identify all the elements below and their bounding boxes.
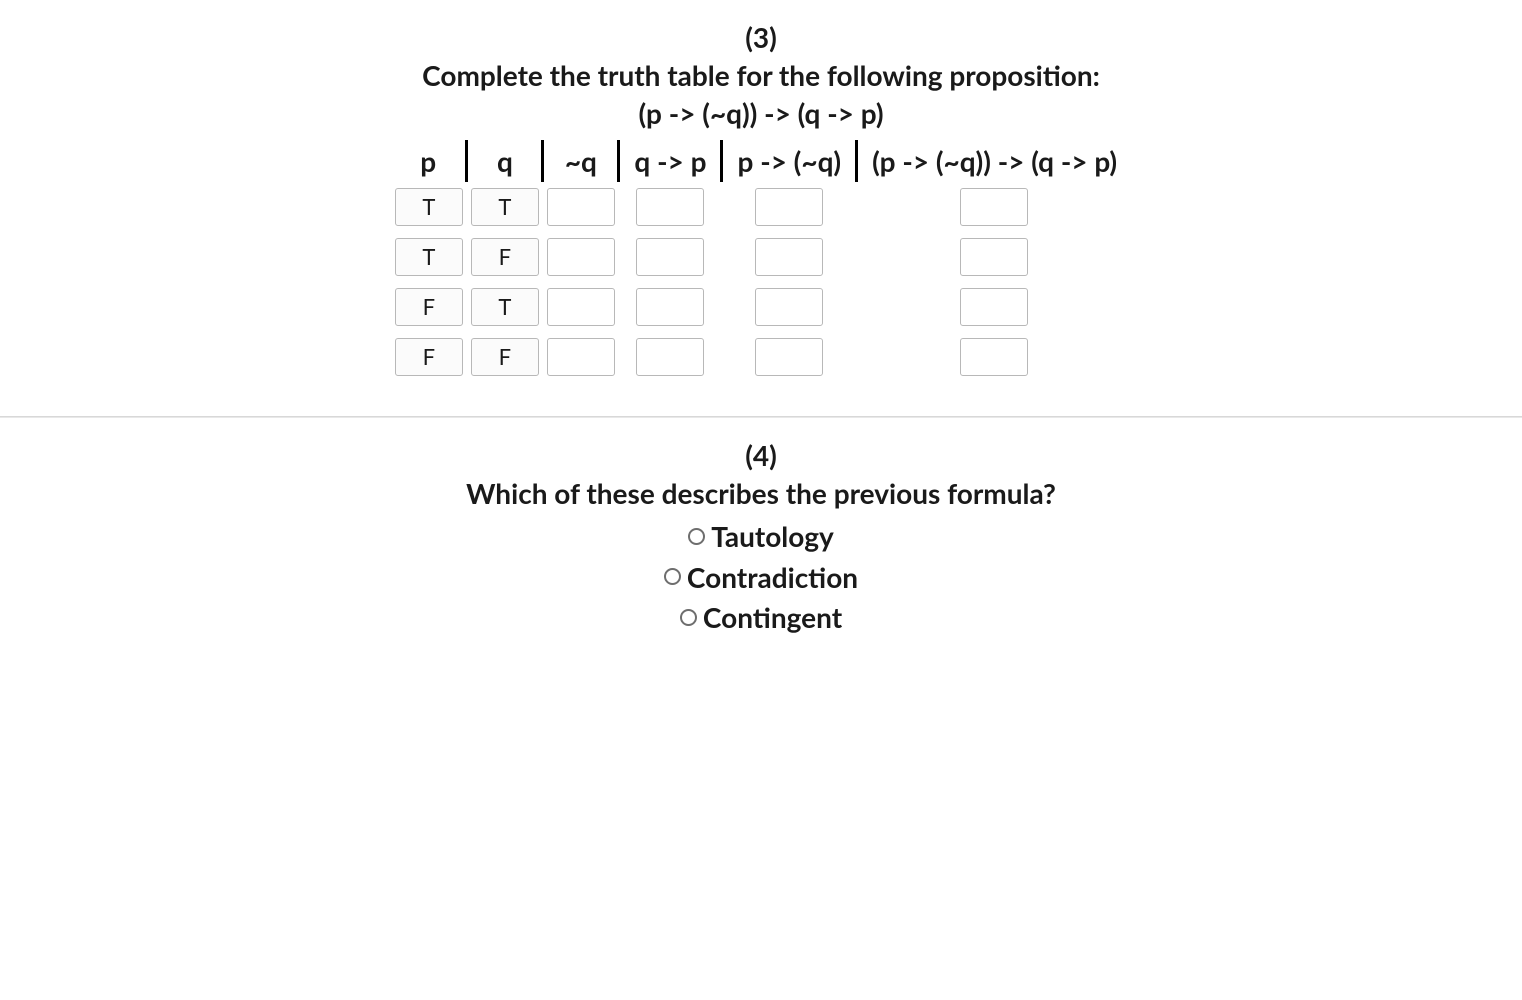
col-header-q-imp-p: q -> p — [619, 140, 722, 182]
option-label: Contingent — [703, 597, 842, 638]
col-header-final: (p -> (~q)) -> (q -> p) — [857, 140, 1132, 182]
options-list: Tautology Contradiction Contingent — [0, 516, 1522, 638]
table-row: T F — [391, 232, 1131, 282]
input-notq[interactable] — [547, 338, 615, 376]
input-final[interactable] — [960, 188, 1028, 226]
radio-icon — [688, 528, 705, 545]
question-3-block: (3) Complete the truth table for the fol… — [0, 0, 1522, 416]
cell-p: T — [395, 238, 463, 276]
table-row: F T — [391, 282, 1131, 332]
cell-p: F — [395, 338, 463, 376]
input-p-imp-notq[interactable] — [755, 238, 823, 276]
radio-icon — [664, 568, 681, 585]
question-3-formula: (p -> (~q)) -> (q -> p) — [0, 96, 1522, 130]
cell-q: T — [471, 188, 539, 226]
input-final[interactable] — [960, 338, 1028, 376]
input-notq[interactable] — [547, 188, 615, 226]
input-q-imp-p[interactable] — [636, 338, 704, 376]
truth-table-header-row: p q ~q q -> p p -> (~q) (p -> (~q)) -> (… — [391, 140, 1131, 182]
col-header-p-imp-notq: p -> (~q) — [722, 140, 857, 182]
table-row: F F — [391, 332, 1131, 382]
input-p-imp-notq[interactable] — [755, 288, 823, 326]
input-notq[interactable] — [547, 238, 615, 276]
cell-q: F — [471, 238, 539, 276]
cell-q: F — [471, 338, 539, 376]
option-contradiction[interactable]: Contradiction — [0, 557, 1522, 598]
question-3-number: (3) — [0, 20, 1522, 54]
question-4-prompt: Which of these describes the previous fo… — [0, 476, 1522, 510]
option-contingent[interactable]: Contingent — [0, 597, 1522, 638]
radio-icon — [680, 609, 697, 626]
input-p-imp-notq[interactable] — [755, 338, 823, 376]
col-header-notq: ~q — [543, 140, 619, 182]
col-header-q: q — [467, 140, 543, 182]
cell-q: T — [471, 288, 539, 326]
input-notq[interactable] — [547, 288, 615, 326]
cell-p: T — [395, 188, 463, 226]
truth-table: p q ~q q -> p p -> (~q) (p -> (~q)) -> (… — [391, 140, 1131, 382]
option-tautology[interactable]: Tautology — [0, 516, 1522, 557]
option-label: Contradiction — [687, 557, 858, 598]
cell-p: F — [395, 288, 463, 326]
table-row: T T — [391, 182, 1131, 232]
option-label: Tautology — [711, 516, 834, 557]
input-q-imp-p[interactable] — [636, 288, 704, 326]
input-final[interactable] — [960, 238, 1028, 276]
input-q-imp-p[interactable] — [636, 238, 704, 276]
col-header-p: p — [391, 140, 467, 182]
input-p-imp-notq[interactable] — [755, 188, 823, 226]
question-4-number: (4) — [0, 438, 1522, 472]
input-final[interactable] — [960, 288, 1028, 326]
question-4-block: (4) Which of these describes the previou… — [0, 418, 1522, 668]
question-3-prompt: Complete the truth table for the followi… — [0, 58, 1522, 92]
input-q-imp-p[interactable] — [636, 188, 704, 226]
